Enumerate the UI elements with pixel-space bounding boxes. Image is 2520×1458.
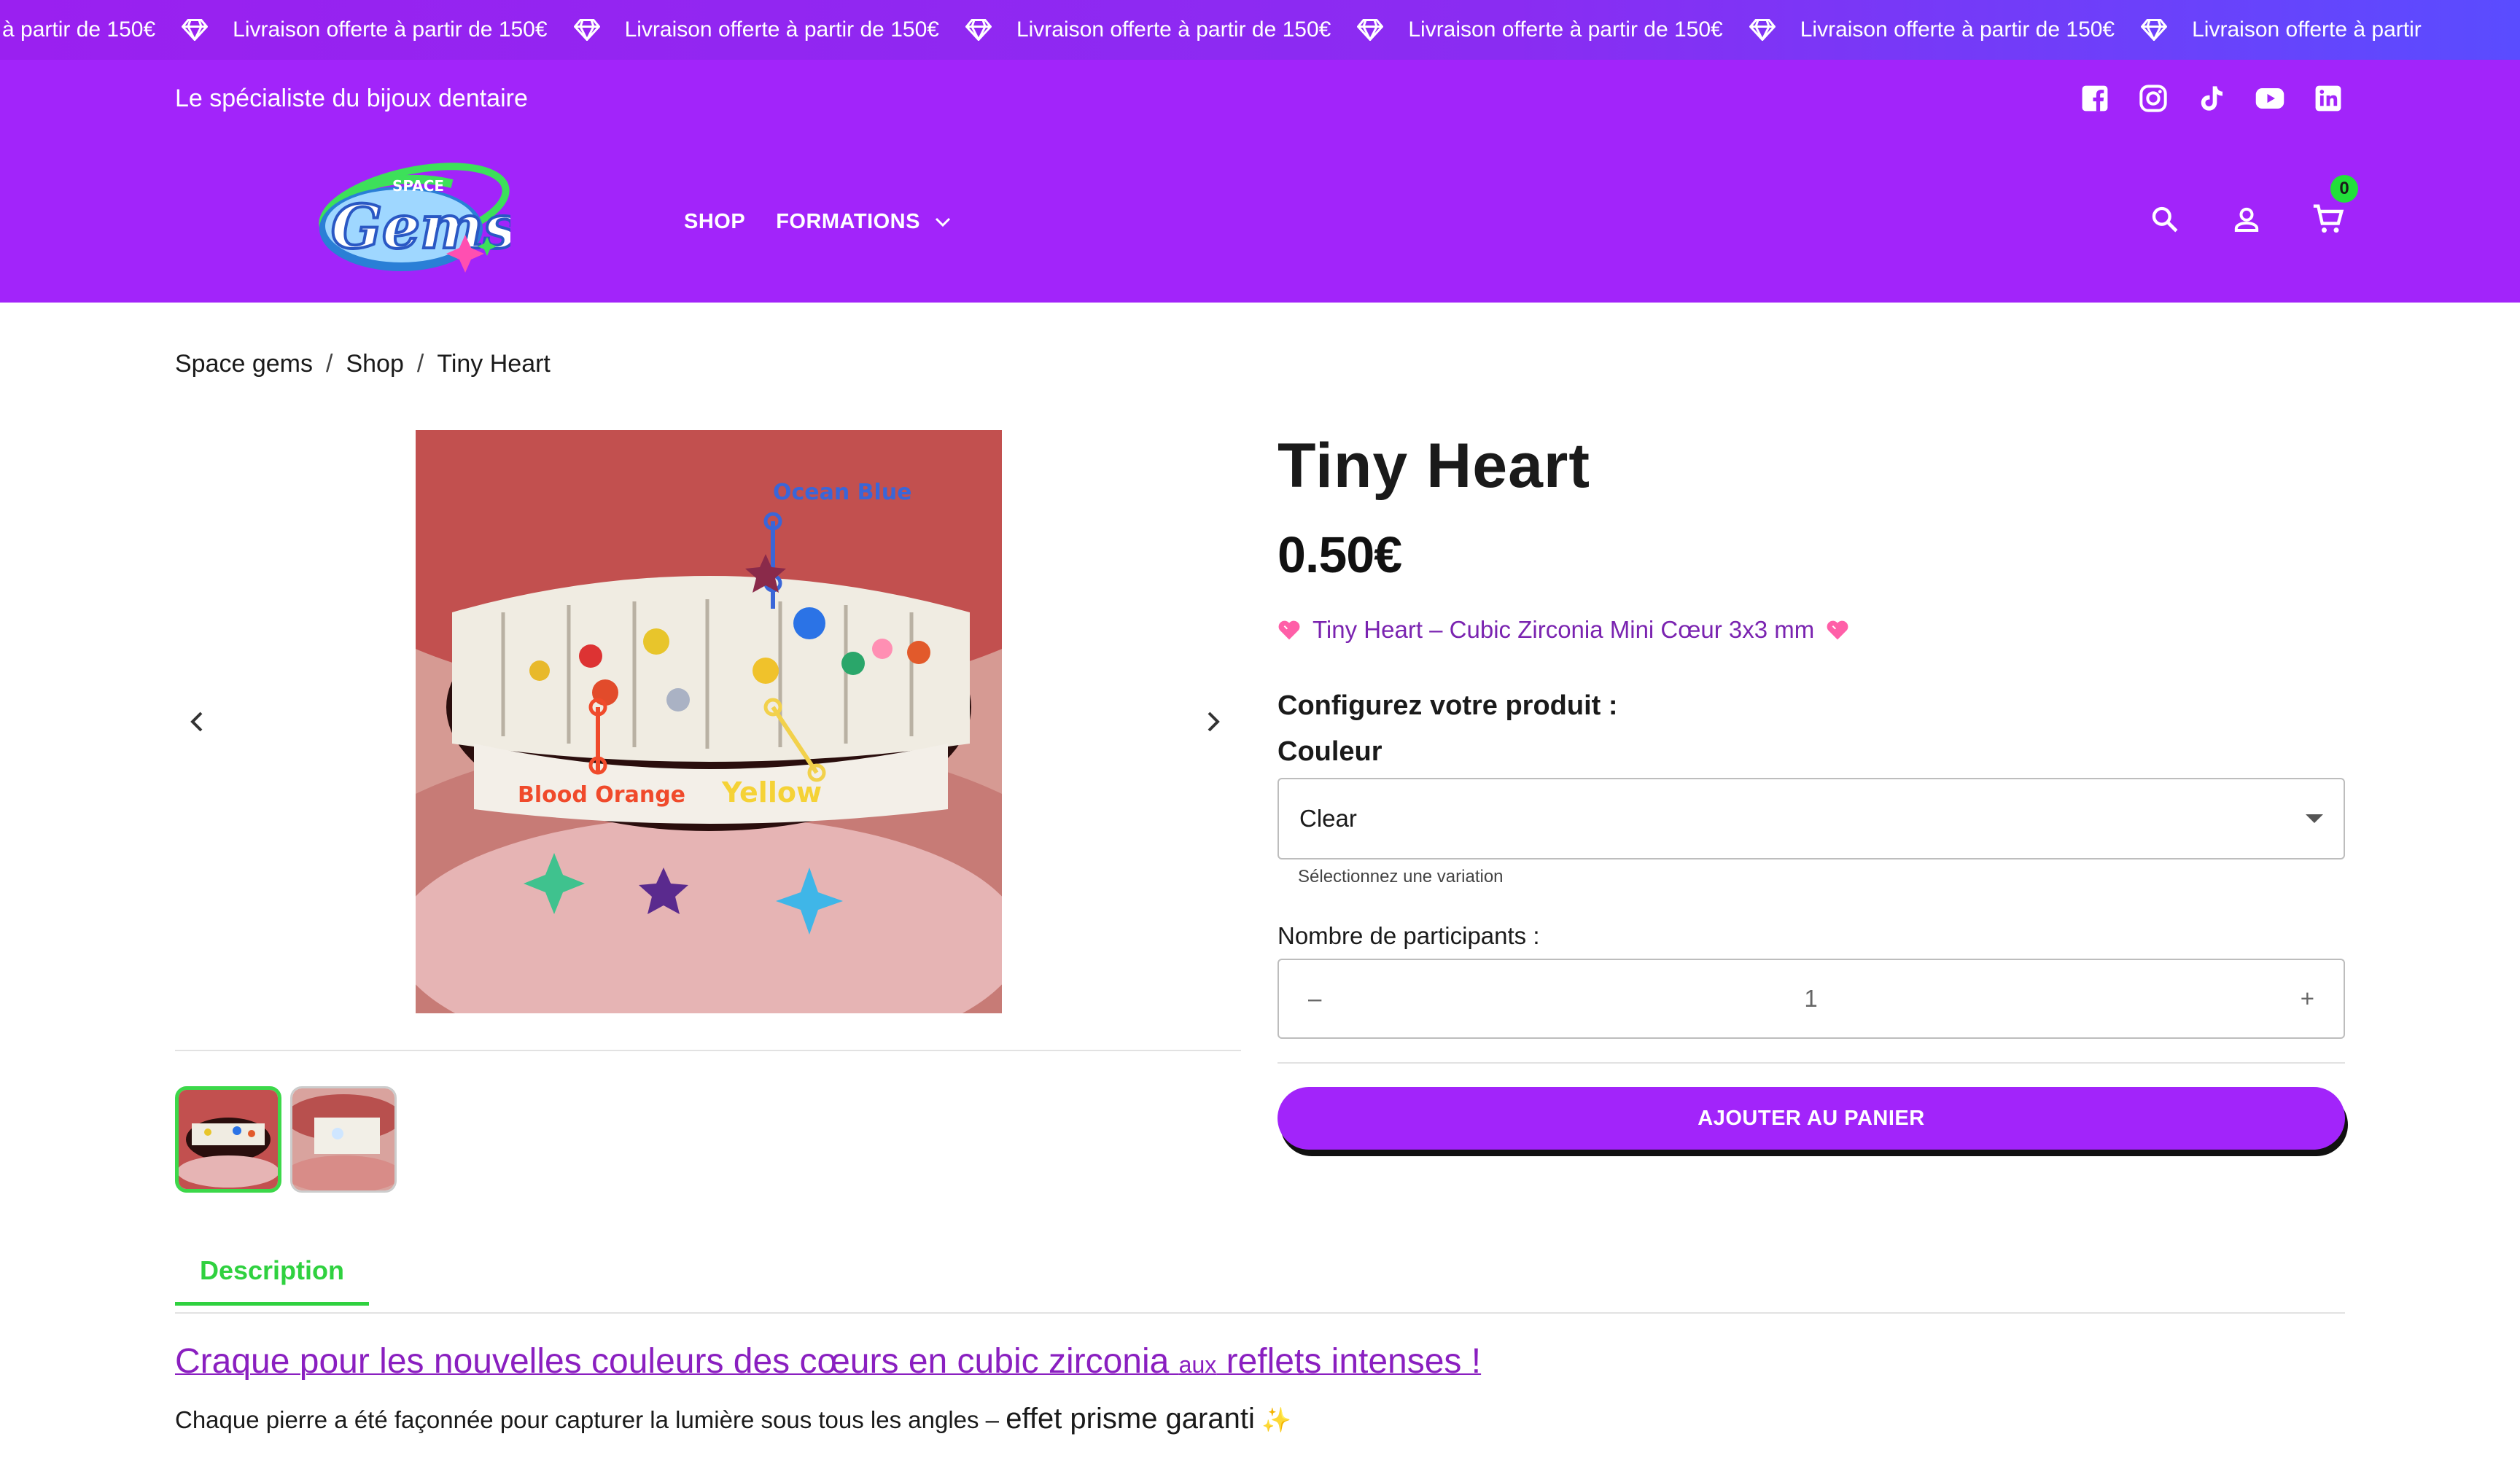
cart-count-badge: 0 [2330, 175, 2358, 203]
description-text: Chaque pierre a été façonnée pour captur… [175, 1403, 1291, 1435]
social-links [2078, 82, 2345, 115]
gallery-thumbnails [175, 1086, 397, 1193]
description-text-part-1: Chaque pierre a été façonnée pour captur… [175, 1406, 1006, 1433]
breadcrumb-home[interactable]: Space gems [175, 350, 313, 378]
chevron-down-icon [935, 217, 951, 227]
announcement-item: Livraison offerte à partir de 150€ [233, 17, 624, 42]
announcement-text: Livraison offerte à partir de 150€ [1800, 17, 2115, 42]
breadcrumb-current: Tiny Heart [437, 350, 551, 378]
heart-icon [1827, 620, 1848, 640]
sparkle-icon: ✨ [1261, 1406, 1292, 1433]
linkedin-icon[interactable] [2311, 82, 2345, 115]
search-icon[interactable] [2148, 203, 2182, 236]
quantity-decrease-button[interactable]: – [1308, 985, 1321, 1013]
gallery-next-arrow[interactable] [1199, 707, 1228, 736]
facebook-icon[interactable] [2078, 82, 2112, 115]
youtube-icon[interactable] [2253, 82, 2287, 115]
announcement-text: Livraison offerte à partir de 150€ [624, 17, 939, 42]
announcement-item: Livraison offerte à partir de 150€ [625, 17, 1016, 42]
svg-text:SPACE: SPACE [392, 177, 444, 195]
cart-icon[interactable]: 0 [2311, 175, 2358, 236]
product-short-description: Tiny Heart – Cubic Zirconia Mini Cœur 3x… [1278, 616, 2345, 644]
thumbnail-1[interactable] [175, 1086, 281, 1193]
announcement-item: Livraison offerte à partir de 150€ [1408, 17, 1800, 42]
gallery-divider [175, 1050, 1241, 1051]
quantity-input[interactable]: 1 [1804, 985, 1817, 1013]
announcement-text: Livraison offerte à partir de 150€ [1016, 17, 1331, 42]
announcement-item: Livraison offerte à partir [2192, 17, 2422, 42]
heading-part-1: Craque pour les nouvelles couleurs des c… [175, 1342, 1179, 1381]
heading-part-2: reflets intenses ! [1216, 1342, 1482, 1381]
tagline: Le spécialiste du bijoux dentaire [175, 85, 528, 112]
label-top: Ocean Blue [773, 480, 912, 505]
diamond-icon [182, 19, 209, 41]
header-actions: 0 [2148, 175, 2358, 236]
announcement-text: Livraison offerte à partir de 150€ [233, 17, 548, 42]
color-label: Couleur [1278, 736, 1382, 767]
variation-helper-text: Sélectionnez une variation [1298, 867, 1504, 886]
label-right: Yellow [721, 776, 822, 808]
tab-description[interactable]: Description [175, 1255, 369, 1306]
diamond-icon [1357, 19, 1384, 41]
breadcrumb-shop[interactable]: Shop [346, 350, 403, 378]
short-description-text: Tiny Heart – Cubic Zirconia Mini Cœur 3x… [1312, 616, 1815, 643]
announcement-track: e à partir de 150€ Livraison offerte à p… [0, 0, 2422, 60]
label-left: Blood Orange [518, 782, 685, 808]
config-heading: Configurez votre produit : [1278, 690, 1618, 721]
product-gallery: Ocean Blue Blood Orange Yellow [175, 430, 1241, 1050]
product-title: Tiny Heart [1278, 431, 1590, 501]
announcement-text: e à partir de 150€ [0, 17, 156, 42]
product-info: Tiny Heart 0.50€ Tiny Heart – Cubic Zirc… [1278, 430, 2345, 1150]
color-select[interactable]: Clear [1278, 778, 2345, 859]
diamond-icon [1749, 19, 1776, 41]
announcement-bar: e à partir de 150€ Livraison offerte à p… [0, 0, 2520, 60]
description-text-part-2: effet prisme garanti [1006, 1403, 1255, 1435]
site-header: Le spécialiste du bijoux dentaire Gems S… [0, 60, 2520, 303]
product-main-image[interactable]: Ocean Blue Blood Orange Yellow [416, 430, 1002, 1013]
instagram-icon[interactable] [2136, 82, 2170, 115]
diamond-icon [573, 19, 600, 41]
tabs-divider [175, 1312, 2345, 1314]
breadcrumb-separator: / [326, 350, 333, 378]
gallery-prev-arrow[interactable] [182, 707, 211, 736]
breadcrumb: Space gems / Shop / Tiny Heart [175, 350, 551, 378]
caret-down-icon [2306, 814, 2323, 823]
quantity-stepper: – 1 + [1278, 959, 2345, 1039]
quantity-label: Nombre de participants : [1278, 922, 1540, 949]
diamond-icon [965, 19, 992, 41]
announcement-text: Livraison offerte à partir de 150€ [1408, 17, 1723, 42]
breadcrumb-separator: / [416, 350, 424, 378]
diamond-icon [2141, 19, 2168, 41]
heading-small: aux [1178, 1352, 1217, 1378]
announcement-text: Livraison offerte à partir [2192, 17, 2422, 42]
panel-divider [1278, 1062, 2345, 1064]
add-to-cart-button[interactable]: AJOUTER AU PANIER [1278, 1087, 2345, 1150]
main-nav: SHOP FORMATIONS [684, 210, 951, 234]
announcement-item: Livraison offerte à partir de 150€ [1800, 17, 2192, 42]
site-logo[interactable]: Gems SPACE [306, 162, 518, 286]
quantity-increase-button[interactable]: + [2301, 985, 2314, 1013]
account-icon[interactable] [2230, 203, 2263, 236]
heart-icon [1278, 620, 1300, 640]
nav-formations[interactable]: FORMATIONS [776, 210, 951, 234]
nav-shop[interactable]: SHOP [684, 210, 745, 234]
announcement-item: e à partir de 150€ [0, 17, 233, 42]
nav-formations-label: FORMATIONS [776, 210, 920, 233]
color-select-value: Clear [1299, 805, 1357, 832]
thumbnail-2[interactable] [290, 1086, 397, 1193]
announcement-item: Livraison offerte à partir de 150€ [1016, 17, 1408, 42]
product-price: 0.50€ [1278, 526, 1402, 583]
logo-wordmark: Gems [331, 192, 510, 262]
description-heading[interactable]: Craque pour les nouvelles couleurs des c… [175, 1341, 1481, 1381]
tiktok-icon[interactable] [2195, 82, 2228, 115]
